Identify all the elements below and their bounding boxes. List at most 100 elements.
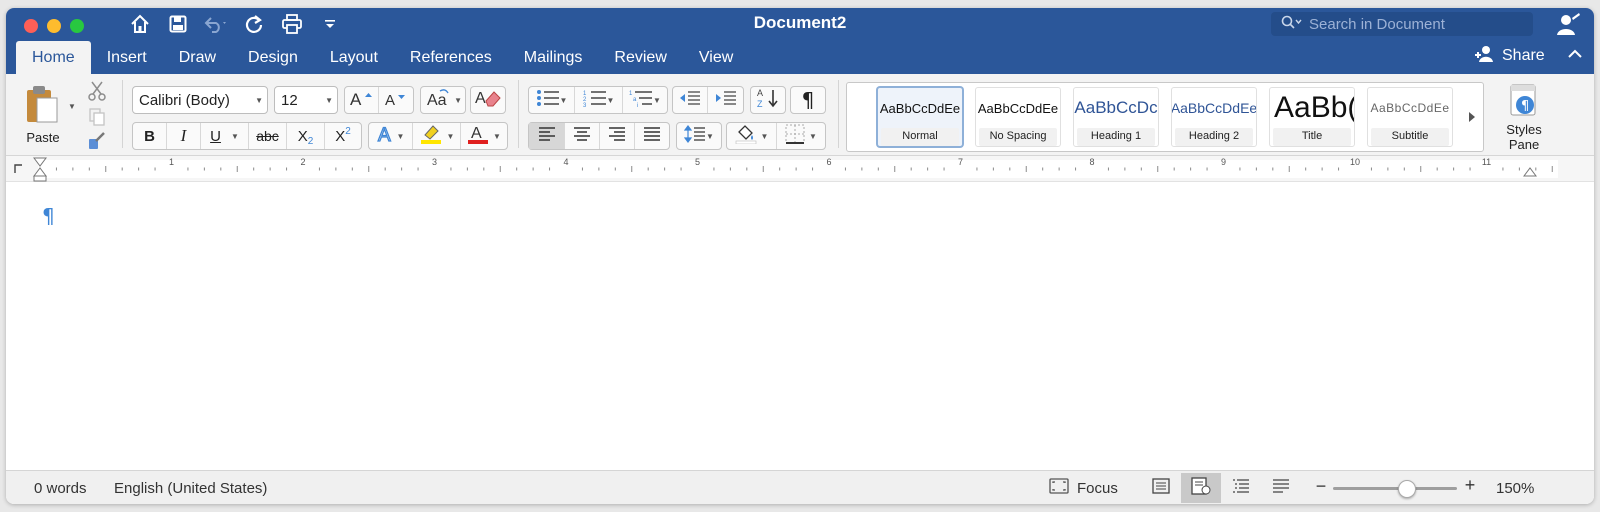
shrink-font-icon: A [383, 89, 409, 111]
gallery-next-icon[interactable] [1463, 105, 1481, 129]
numbered-list-icon: 123 [583, 89, 607, 111]
account-icon[interactable] [1557, 12, 1581, 36]
change-case-button[interactable]: Aa ▼ [421, 87, 465, 113]
horizontal-ruler[interactable]: 1 2 3 4 5 6 7 8 9 10 11 [6, 156, 1594, 182]
font-size-select[interactable]: 12 ▼ [274, 86, 338, 114]
borders-button[interactable]: ▼ [777, 123, 825, 149]
ribbon-separator [518, 80, 519, 148]
clear-formatting-button[interactable]: A [471, 87, 505, 113]
chevron-down-icon: ▼ [653, 95, 661, 105]
search-input[interactable] [1309, 15, 1529, 33]
line-spacing-group: ▼ [676, 122, 722, 150]
tab-layout[interactable]: Layout [314, 41, 394, 74]
show-formatting-marks-button[interactable]: ¶ [791, 87, 825, 113]
tab-view[interactable]: View [683, 41, 749, 74]
chevron-down-icon: ▼ [493, 131, 501, 141]
style-heading-1[interactable]: AaBbCcDc Heading 1 [1073, 87, 1159, 147]
word-count[interactable]: 0 words [34, 480, 87, 497]
document-canvas[interactable]: ¶ [6, 182, 1594, 474]
search-box[interactable] [1271, 12, 1533, 36]
font-name-select[interactable]: Calibri (Body) ▼ [132, 86, 268, 114]
word-window: Document2 Home Insert Draw Design Layout… [6, 8, 1594, 504]
share-button[interactable]: Share [1474, 41, 1545, 71]
style-title[interactable]: AaBb( Title [1269, 87, 1355, 147]
style-normal[interactable]: AaBbCcDdEe Normal [877, 87, 963, 147]
format-painter-icon[interactable] [86, 130, 108, 152]
zoom-in-button[interactable]: + [1462, 475, 1478, 499]
title-bar: Document2 Home Insert Draw Design Layout… [6, 8, 1594, 74]
save-icon[interactable] [162, 11, 194, 37]
copy-icon[interactable] [86, 106, 108, 128]
styles-pane-line2: Pane [1508, 137, 1540, 152]
shading-button[interactable]: ▼ [727, 123, 777, 149]
style-subtitle[interactable]: AaBbCcDdEe Subtitle [1367, 87, 1453, 147]
redo-icon[interactable] [238, 11, 270, 37]
close-window-button[interactable] [24, 19, 38, 33]
draft-button[interactable] [1261, 473, 1301, 503]
zoom-slider[interactable] [1333, 480, 1457, 498]
minimize-window-button[interactable] [47, 19, 61, 33]
style-preview: AaBbCcDdEe [879, 100, 961, 116]
zoom-slider-thumb[interactable] [1398, 480, 1417, 498]
tab-home[interactable]: Home [16, 41, 91, 74]
align-left-button[interactable] [529, 123, 565, 149]
subscript-button[interactable]: X2 [287, 123, 325, 149]
tab-design[interactable]: Design [232, 41, 314, 74]
align-center-button[interactable] [565, 123, 600, 149]
zoom-out-button[interactable]: − [1313, 476, 1329, 500]
align-right-button[interactable] [600, 123, 635, 149]
grow-font-button[interactable]: A [345, 87, 380, 113]
style-preview: AaBbCcDdEe [1370, 101, 1450, 115]
style-heading-2[interactable]: AaBbCcDdEe Heading 2 [1171, 87, 1257, 147]
cut-icon[interactable] [86, 80, 108, 102]
increase-indent-button[interactable] [708, 87, 743, 113]
print-icon[interactable] [276, 11, 308, 37]
customize-icon[interactable] [314, 11, 346, 37]
styles-gallery: AaBbCcDdEe Normal AaBbCcDdEe No Spacing … [846, 82, 1484, 152]
text-effects-button[interactable]: A ▼ [369, 123, 413, 149]
tab-draw[interactable]: Draw [163, 41, 232, 74]
maximize-window-button[interactable] [70, 19, 84, 33]
web-layout-button[interactable] [1221, 473, 1261, 503]
language-indicator[interactable]: English (United States) [114, 480, 267, 497]
justify-button[interactable] [635, 123, 669, 149]
multilevel-list-button[interactable]: 1ai ▼ [623, 87, 667, 113]
sort-button[interactable]: AZ [751, 87, 785, 113]
tab-references[interactable]: References [394, 41, 508, 74]
shrink-font-button[interactable]: A [379, 87, 413, 113]
style-no-spacing[interactable]: AaBbCcDdEe No Spacing [975, 87, 1061, 147]
sort-group: AZ [750, 86, 786, 114]
undo-icon[interactable] [200, 11, 232, 37]
tab-insert[interactable]: Insert [91, 41, 163, 74]
tab-mailings[interactable]: Mailings [508, 41, 599, 74]
svg-text:A: A [471, 125, 482, 142]
ruler-number: 6 [826, 157, 831, 167]
shading-borders-group: ▼ ▼ [726, 122, 826, 150]
bold-button[interactable]: B [133, 123, 167, 149]
highlight-button[interactable]: ▼ [413, 123, 461, 149]
line-spacing-button[interactable]: ▼ [677, 123, 721, 149]
paste-dropdown-icon[interactable]: ▼ [68, 102, 76, 111]
tab-review[interactable]: Review [598, 41, 682, 74]
home-icon[interactable] [124, 11, 156, 37]
numbering-button[interactable]: 123 ▼ [575, 87, 623, 113]
read-mode-button[interactable] [1141, 473, 1181, 503]
font-color-button[interactable]: A ▼ [461, 123, 507, 149]
paste-button[interactable]: ▼ Paste [20, 80, 76, 152]
style-name: Title [1301, 130, 1323, 142]
bullets-button[interactable]: ▼ [529, 87, 575, 113]
ruler-number: 5 [695, 157, 700, 167]
focus-button[interactable]: Focus [1049, 475, 1118, 501]
zoom-level[interactable]: 150% [1496, 480, 1534, 497]
decrease-indent-button[interactable] [673, 87, 708, 113]
underline-label: U [210, 127, 221, 145]
svg-text:¶: ¶ [1521, 99, 1529, 114]
superscript-button[interactable]: X2 [325, 123, 361, 149]
collapse-ribbon-icon[interactable] [1568, 48, 1584, 62]
strikethrough-button[interactable]: abc [249, 123, 287, 149]
print-layout-button[interactable] [1181, 473, 1221, 503]
underline-button[interactable]: U ▼ [201, 123, 249, 149]
styles-pane-button[interactable]: ¶ Styles Pane [1494, 84, 1554, 154]
style-preview: AaBbCcDdEe [977, 100, 1059, 116]
italic-button[interactable]: I [167, 123, 201, 149]
